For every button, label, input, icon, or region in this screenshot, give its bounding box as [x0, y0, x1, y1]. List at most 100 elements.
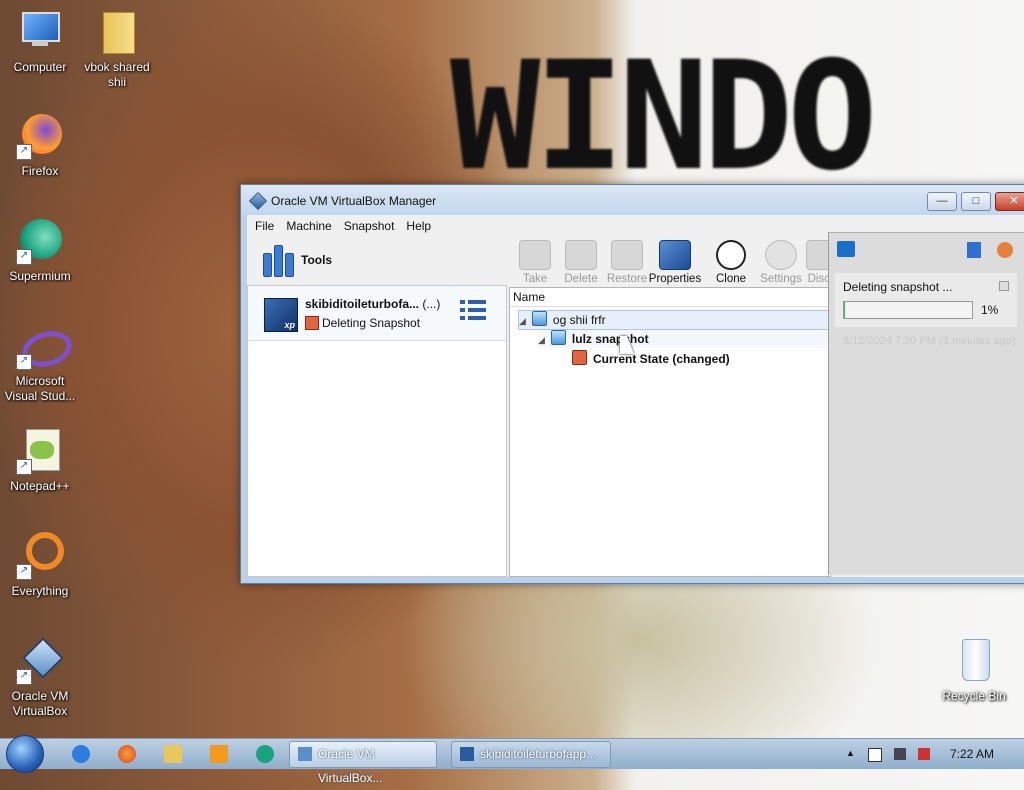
taskbar-button-virtualbox[interactable]: Oracle VM VirtualBox... — [289, 741, 437, 785]
tools-item[interactable]: Tools — [247, 237, 505, 283]
everything-search-icon: ↗ — [16, 532, 64, 580]
snapshot-tree: Name ◢ og shii frfr ◢ lulz snapshot Curren… — [509, 287, 831, 577]
properties-button[interactable]: Properties — [645, 237, 705, 285]
snapshot-node[interactable]: ◢ og shii frfr — [518, 310, 830, 330]
wallpaper-text: WINDO — [450, 30, 878, 204]
menu-snapshot[interactable]: Snapshot — [338, 219, 401, 233]
close-button[interactable]: ✕ — [995, 192, 1024, 211]
faded-timestamp: 8/12/2024 7:20 PM (3 minutes ago) — [843, 335, 1016, 347]
menu-file[interactable]: File — [249, 219, 280, 233]
desktop-icon-label: Firefox — [21, 164, 59, 178]
folder-icon — [93, 8, 141, 56]
desktop-icon-supermium[interactable]: ↗ Supermium — [0, 217, 80, 284]
firefox-taskbar-icon[interactable] — [118, 745, 136, 763]
progress-bar — [843, 301, 973, 319]
shortcut-arrow-icon: ↗ — [16, 669, 32, 685]
notification-center: Deleting snapshot ... 1% 8/12/2024 7:20 … — [828, 232, 1024, 575]
virtualbox-taskbar-icon — [298, 747, 312, 761]
clear-notifications-icon[interactable] — [997, 242, 1013, 258]
desktop-icon-label: Oracle VM VirtualBox — [11, 689, 69, 718]
minimize-button[interactable]: — — [927, 192, 957, 211]
taskbar: Oracle VM VirtualBox... skibiditoileturb… — [0, 735, 1024, 785]
windows-xp-os-icon: xp — [264, 298, 298, 332]
vm-name-suffix: (...) — [422, 297, 441, 311]
volume-muted-icon[interactable] — [918, 748, 930, 760]
visual-studio-icon: ↗ — [16, 322, 76, 372]
snapshot-icon — [531, 311, 547, 326]
shortcut-arrow-icon: ↗ — [16, 354, 32, 370]
tools-icon — [263, 243, 294, 277]
collapse-arrow-icon[interactable]: ◢ — [538, 335, 545, 345]
computer-icon — [16, 8, 64, 56]
camera-icon — [519, 240, 551, 270]
desktop-icon-label: vbok shared shii — [84, 60, 150, 89]
desktop-icon-label: Supermium — [9, 269, 71, 283]
vm-name: skibiditoileturbofa... (...) — [305, 297, 441, 311]
notepadpp-icon: ↗ — [16, 427, 64, 475]
take-snapshot-button[interactable]: Take — [509, 237, 561, 285]
media-player-icon[interactable] — [210, 745, 228, 763]
notification-text: Deleting snapshot ... — [843, 280, 953, 294]
vm-list-item[interactable]: xp skibiditoileturbofa... (...) Deleting… — [248, 286, 506, 341]
action-center-flag-icon[interactable] — [868, 748, 882, 762]
tree-column-header[interactable]: Name — [510, 288, 830, 307]
sort-notifications-icon[interactable] — [967, 242, 981, 258]
shortcut-arrow-icon: ↗ — [16, 459, 32, 475]
menu-machine[interactable]: Machine — [280, 219, 337, 233]
recycle-bin-icon — [950, 637, 998, 685]
taskbar-button-vm[interactable]: skibiditoileturbofapp... — [451, 741, 611, 768]
start-button[interactable] — [6, 735, 44, 773]
desktop-icon-vbok-shared-folder[interactable]: vbok shared shii — [77, 8, 157, 90]
supermium-icon: ↗ — [16, 217, 64, 265]
desktop-icon-label: Computer — [13, 60, 67, 74]
maximize-button[interactable]: □ — [961, 192, 991, 211]
desktop-icon-firefox[interactable]: ↗ Firefox — [0, 112, 80, 179]
settings-button[interactable]: Settings — [753, 237, 809, 285]
vm-taskbar-icon — [460, 747, 474, 761]
menu-help[interactable]: Help — [400, 219, 437, 233]
notification-close-icon[interactable] — [999, 281, 1009, 291]
snapshot-node[interactable]: ◢ lulz snapshot — [538, 330, 828, 348]
show-hidden-icons[interactable]: ▲ — [846, 748, 858, 760]
shortcut-arrow-icon: ↗ — [16, 249, 32, 265]
desktop-icon-visual-studio[interactable]: ↗ Microsoft Visual Stud... — [0, 322, 80, 404]
restore-icon — [611, 240, 643, 270]
file-explorer-icon[interactable] — [164, 745, 182, 763]
desktop-icon-recycle-bin[interactable]: Recycle Bin — [934, 637, 1014, 704]
desktop-icon-virtualbox[interactable]: ↗ Oracle VM VirtualBox — [0, 637, 80, 719]
snapshot-icon — [550, 330, 566, 345]
vm-state: Deleting Snapshot — [322, 316, 421, 330]
desktop-icon-notepadpp[interactable]: ↗ Notepad++ — [0, 427, 80, 494]
desktop-icon-computer[interactable]: Computer — [0, 8, 80, 75]
notification-icon[interactable] — [837, 241, 855, 257]
current-state-icon — [572, 350, 587, 365]
gear-icon — [765, 240, 797, 270]
supermium-taskbar-icon[interactable] — [256, 745, 274, 763]
deleting-snapshot-status-icon — [305, 316, 319, 330]
vm-details-menu-icon[interactable] — [460, 300, 486, 326]
properties-icon — [659, 240, 691, 270]
mouse-cursor-icon — [620, 336, 634, 354]
firefox-icon: ↗ — [16, 112, 64, 160]
virtualbox-app-icon — [248, 191, 268, 211]
vm-list: xp skibiditoileturbofa... (...) Deleting… — [247, 285, 507, 577]
clone-button[interactable]: Clone — [705, 237, 757, 285]
desktop-icon-label: Recycle Bin — [942, 689, 1006, 703]
desktop-icon-everything[interactable]: ↗ Everything — [0, 532, 80, 599]
clock[interactable]: 7:22 AM — [950, 747, 994, 761]
desktop-icon-label: Microsoft Visual Stud... — [4, 374, 76, 403]
network-icon[interactable] — [894, 748, 906, 760]
collapse-arrow-icon[interactable]: ◢ — [519, 316, 526, 326]
shortcut-arrow-icon: ↗ — [16, 564, 32, 580]
tools-label: Tools — [301, 253, 333, 267]
window-title: Oracle VM VirtualBox Manager — [271, 194, 437, 208]
internet-explorer-icon[interactable] — [72, 745, 90, 763]
window-titlebar[interactable]: Oracle VM VirtualBox Manager — □ ✕ — [241, 185, 1024, 215]
current-state-node[interactable]: Current State (changed) — [572, 350, 730, 368]
notification-item: Deleting snapshot ... 1% — [835, 273, 1017, 327]
desktop-icon-label: Notepad++ — [10, 479, 70, 493]
progress-percent: 1% — [981, 303, 999, 317]
desktop-icon-label: Everything — [11, 584, 69, 598]
delete-snapshot-button[interactable]: Delete — [555, 237, 607, 285]
sheep-clone-icon — [716, 240, 746, 270]
